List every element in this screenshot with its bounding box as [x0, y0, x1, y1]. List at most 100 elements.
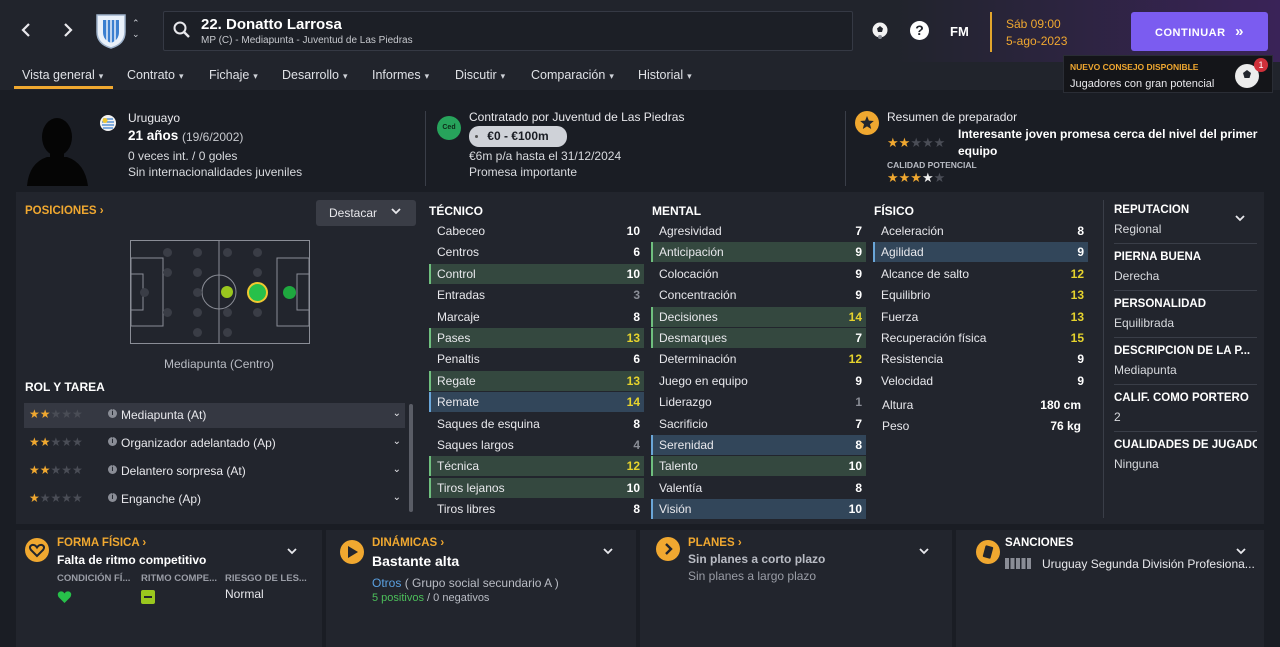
- mental-title: MENTAL: [652, 204, 702, 218]
- attribute-row[interactable]: Recuperación física 15: [873, 328, 1088, 348]
- attribute-row[interactable]: Remate 14: [429, 392, 644, 413]
- advice-notification[interactable]: NUEVO CONSEJO DISPONIBLE Jugadores con g…: [1063, 55, 1273, 93]
- attribute-row[interactable]: Equilibrio 13: [873, 285, 1088, 305]
- play-icon: [340, 540, 364, 564]
- height-label: Altura: [882, 398, 914, 412]
- attribute-row[interactable]: Centros 6: [429, 242, 644, 262]
- attribute-row[interactable]: Saques largos 4: [429, 435, 644, 455]
- chevron-down-icon[interactable]: ⌄: [393, 464, 401, 475]
- fitness-title[interactable]: FORMA FÍSICA ›: [57, 537, 146, 549]
- positions-title[interactable]: POSICIONES ›: [25, 205, 104, 217]
- chevron-down-icon[interactable]: [286, 546, 298, 559]
- attribute-row[interactable]: Resistencia 9: [873, 349, 1088, 369]
- attribute-value: 9: [1077, 352, 1084, 367]
- tab-comparacion[interactable]: Comparación ▾: [531, 68, 614, 82]
- tab-desarrollo[interactable]: Desarrollo ▾: [282, 68, 348, 82]
- tab-discutir[interactable]: Discutir ▾: [455, 68, 505, 82]
- attribute-row[interactable]: Entradas 3: [429, 285, 644, 305]
- value-pill[interactable]: €0 - €100m: [469, 126, 567, 147]
- continue-button[interactable]: CONTINUAR »: [1131, 12, 1268, 51]
- attribute-row[interactable]: Colocación 9: [651, 264, 866, 284]
- chevron-down-icon[interactable]: ⌄: [393, 492, 401, 503]
- attribute-row[interactable]: Marcaje 8: [429, 307, 644, 327]
- attribute-row[interactable]: Técnica 12: [429, 456, 644, 477]
- help-button[interactable]: ?: [910, 21, 929, 40]
- coach-summary: Interesante joven promesa cerca del nive…: [958, 127, 1258, 158]
- chevron-down-icon[interactable]: [602, 546, 614, 559]
- attribute-row[interactable]: Aceleración 8: [873, 221, 1088, 241]
- attribute-row[interactable]: Talento 10: [651, 456, 866, 477]
- positive-count[interactable]: 5 positivos: [372, 592, 424, 604]
- negative-count: 0 negativos: [433, 592, 490, 604]
- attribute-row[interactable]: Penaltis 6: [429, 349, 644, 369]
- attribute-row[interactable]: Cabeceo 10: [429, 221, 644, 241]
- chevron-down-icon[interactable]: [1235, 546, 1247, 559]
- youth-caps: Sin internacionalidades juveniles: [128, 165, 303, 179]
- attribute-name: Cabeceo: [437, 224, 486, 238]
- tab-historial[interactable]: Historial ▾: [638, 68, 692, 82]
- attribute-value: 10: [848, 502, 862, 517]
- chevron-down-icon: ▾: [687, 71, 692, 81]
- attribute-row[interactable]: Visión 10: [651, 499, 866, 520]
- attribute-row[interactable]: Sacrificio 7: [651, 414, 866, 434]
- attribute-row[interactable]: Concentración 9: [651, 285, 866, 305]
- attribute-row[interactable]: Agresividad 7: [651, 221, 866, 241]
- info-icon[interactable]: i: [108, 409, 117, 418]
- dynamics-title[interactable]: DINÁMICAS ›: [372, 537, 444, 549]
- attribute-name: Remate: [437, 395, 480, 410]
- attribute-row[interactable]: Control 10: [429, 263, 644, 284]
- chevron-down-icon: ▾: [342, 71, 348, 81]
- info-icon[interactable]: i: [108, 465, 117, 474]
- tab-contrato[interactable]: Contrato ▾: [127, 68, 183, 82]
- role-row[interactable]: ★★★★★ i Delantero sorpresa (At) ⌄: [24, 459, 405, 484]
- attribute-row[interactable]: Desmarques 7: [651, 328, 866, 348]
- attribute-row[interactable]: Decisiones 14: [651, 306, 866, 327]
- tab-fichaje[interactable]: Fichaje ▾: [209, 68, 258, 82]
- player-header-box[interactable]: 22. Donatto Larrosa MP (C) - Mediapunta …: [163, 11, 853, 51]
- attribute-row[interactable]: Agilidad 9: [873, 242, 1088, 263]
- info-icon[interactable]: i: [108, 493, 117, 502]
- fm-button[interactable]: FM: [950, 24, 969, 39]
- role-row[interactable]: ★★★★★ i Enganche (Ap) ⌄: [24, 487, 405, 512]
- attribute-row[interactable]: Juego en equipo 9: [651, 371, 866, 391]
- chevron-down-icon[interactable]: [1234, 213, 1246, 226]
- highlight-dropdown[interactable]: Destacar: [316, 200, 416, 226]
- chevron-down-icon[interactable]: ⌄: [393, 436, 401, 447]
- search-icon[interactable]: [172, 20, 192, 43]
- role-row[interactable]: ★★★★★ i Mediapunta (At) ⌄: [24, 403, 405, 428]
- attribute-row[interactable]: Valentía 8: [651, 478, 866, 498]
- player-traits-item: CUALIDADES DE JUGADO Ninguna: [1114, 439, 1257, 471]
- info-icon[interactable]: i: [108, 437, 117, 446]
- chevron-down-icon[interactable]: ⌄: [132, 29, 140, 40]
- football-icon[interactable]: [870, 20, 890, 43]
- attribute-name: Equilibrio: [881, 288, 931, 303]
- chevron-up-icon[interactable]: ⌃: [132, 18, 140, 29]
- social-group-link[interactable]: Otros: [372, 576, 401, 590]
- attribute-row[interactable]: Determinación 12: [651, 349, 866, 369]
- attribute-row[interactable]: Alcance de salto 12: [873, 264, 1088, 284]
- club-crest-icon[interactable]: [94, 12, 128, 50]
- forward-button[interactable]: [56, 19, 78, 41]
- attribute-row[interactable]: Tiros lejanos 10: [429, 477, 644, 498]
- attribute-name: Centros: [437, 245, 480, 260]
- tab-vista-general[interactable]: Vista general ▾: [22, 68, 103, 82]
- attribute-row[interactable]: Anticipación 9: [651, 242, 866, 263]
- back-button[interactable]: [16, 19, 38, 41]
- chevron-down-icon[interactable]: [918, 546, 930, 559]
- attribute-value: 3: [633, 288, 640, 303]
- attribute-row[interactable]: Fuerza 13: [873, 307, 1088, 327]
- chevron-down-icon[interactable]: ⌄: [393, 408, 401, 419]
- attribute-row[interactable]: Saques de esquina 8: [429, 414, 644, 434]
- attribute-row[interactable]: Tiros libres 8: [429, 499, 644, 519]
- attribute-row[interactable]: Regate 13: [429, 370, 644, 391]
- tab-informes[interactable]: Informes ▾: [372, 68, 429, 82]
- attribute-name: Tiros lejanos: [437, 480, 505, 495]
- switch-player-arrows[interactable]: ⌃ ⌄: [132, 18, 140, 40]
- attribute-row[interactable]: Pases 13: [429, 328, 644, 348]
- attribute-row[interactable]: Liderazgo 1: [651, 392, 866, 412]
- roles-scrollbar[interactable]: [409, 404, 413, 512]
- role-row[interactable]: ★★★★★ i Organizador adelantado (Ap) ⌄: [24, 431, 405, 456]
- plans-title[interactable]: PLANES ›: [688, 537, 742, 549]
- attribute-row[interactable]: Serenidad 8: [651, 435, 866, 455]
- attribute-row[interactable]: Velocidad 9: [873, 371, 1088, 391]
